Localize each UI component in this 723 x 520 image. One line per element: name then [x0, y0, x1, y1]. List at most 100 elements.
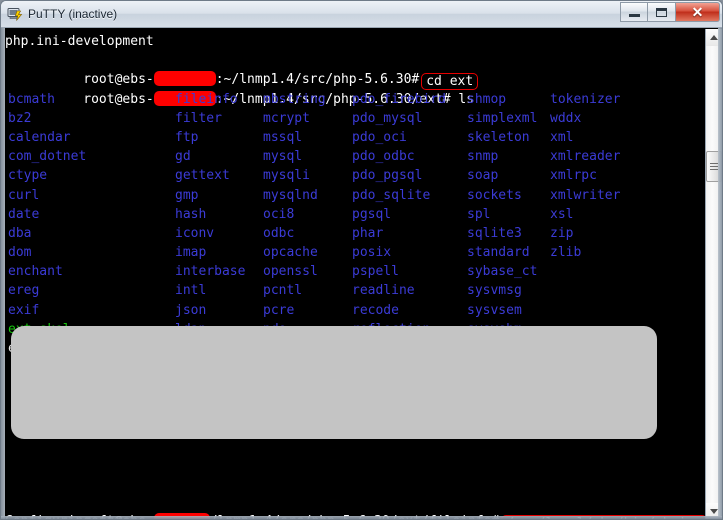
listing-item: enchant	[8, 264, 63, 280]
listing-item: calendar	[8, 129, 71, 145]
listing-row: curl gmp mysqlnd pdo_sqlite sockets xmlwriter	[5, 186, 705, 205]
terminal-line: php.ini-development	[5, 34, 154, 49]
grip-icon	[710, 161, 718, 172]
terminal-area: php.ini-development root@ebs-:~/lnmp1.4/…	[1, 28, 722, 519]
listing-item: phar	[352, 225, 384, 241]
listing-item: mysql	[263, 149, 303, 165]
listing-row: dba iconv odbc phar sqlite3 zip	[5, 224, 705, 243]
listing-item: dba	[8, 225, 32, 241]
window-controls: ✕	[620, 2, 720, 22]
listing-item: dom	[8, 245, 32, 261]
listing-item: pdo_mysql	[352, 110, 423, 126]
listing-item: ereg	[8, 283, 40, 299]
minimize-icon	[628, 13, 640, 17]
window-frame-bottom	[1, 516, 722, 519]
listing-item: pdo_odbc	[352, 149, 415, 165]
listing-item: mssql	[263, 129, 303, 145]
gray-redaction-overlay	[11, 326, 657, 439]
prompt-line-phpize: root@ebs-/lnmp1.4/src/php-5.6.30/ext/fil…	[5, 493, 705, 519]
listing-item: xmlreader	[550, 149, 621, 165]
listing-item: odbc	[263, 225, 295, 241]
terminal-line-obscured	[5, 473, 705, 492]
listing-item: readline	[352, 283, 415, 299]
listing-item: standard	[467, 245, 530, 261]
listing-item: tokenizer	[550, 91, 621, 107]
listing-item: gettext	[175, 168, 230, 184]
minimize-button[interactable]	[620, 2, 648, 22]
listing-item: mbstring	[263, 91, 326, 107]
listing-item: com_dotnet	[8, 149, 87, 165]
listing-item: zip	[550, 225, 574, 241]
listing-row: enchant interbase openssl pspell sybase_ct	[5, 262, 705, 281]
terminal-line-obscured	[5, 454, 705, 473]
listing-item: openssl	[263, 264, 318, 280]
listing-item: posix	[352, 245, 392, 261]
listing-item: pcntl	[263, 283, 303, 299]
listing-item: pdo_pgsql	[352, 168, 423, 184]
listing-item: oci8	[263, 206, 295, 222]
listing-item: bz2	[8, 110, 32, 126]
listing-item: snmp	[467, 149, 499, 165]
listing-item: pspell	[352, 264, 399, 280]
listing-item: soap	[467, 168, 499, 184]
directory-listing: bcmath fileinfo mbstring pdo_firebird shmop t…	[5, 90, 705, 359]
listing-item: xml	[550, 129, 574, 145]
chevron-up-icon	[710, 35, 718, 40]
listing-item: hash	[175, 206, 207, 222]
listing-item: sybase_ct	[467, 264, 538, 280]
listing-item: mysqli	[263, 168, 310, 184]
listing-item: opcache	[263, 245, 318, 261]
maximize-icon	[656, 7, 667, 17]
listing-item: imap	[175, 245, 207, 261]
chevron-down-icon	[710, 509, 718, 514]
terminal-screen[interactable]: php.ini-development root@ebs-:~/lnmp1.4/…	[2, 29, 705, 519]
listing-item: iconv	[175, 225, 215, 241]
listing-item: exif	[8, 302, 40, 318]
listing-item: wddx	[550, 110, 582, 126]
listing-item: fileinfo	[175, 91, 238, 107]
listing-item: mcrypt	[263, 110, 310, 126]
listing-item: xmlrpc	[550, 168, 597, 184]
listing-item: spl	[467, 206, 491, 222]
listing-item: sqlite3	[467, 225, 522, 241]
listing-item: pcre	[263, 302, 295, 318]
window-frame-left	[1, 28, 5, 519]
listing-item: sysvmsg	[467, 283, 522, 299]
listing-item: pdo_oci	[352, 129, 407, 145]
listing-row: exif json pcre recode sysvsem	[5, 301, 705, 320]
listing-item: recode	[352, 302, 399, 318]
listing-row: ereg intl pcntl readline sysvmsg	[5, 281, 705, 300]
listing-item: json	[175, 302, 207, 318]
window-frame-right	[718, 28, 722, 519]
listing-item: simplexml	[467, 110, 538, 126]
listing-item: gmp	[175, 187, 199, 203]
putty-window: PuTTY (inactive) ✕ php.ini-development r…	[0, 0, 723, 520]
listing-item: skeleton	[467, 129, 530, 145]
listing-item: interbase	[175, 264, 246, 280]
window-title: PuTTY (inactive)	[28, 7, 118, 21]
listing-item: ftp	[175, 129, 199, 145]
maximize-button[interactable]	[648, 2, 676, 22]
listing-item: intl	[175, 283, 207, 299]
listing-item: date	[8, 206, 40, 222]
putty-icon	[7, 6, 23, 22]
listing-item: sockets	[467, 187, 522, 203]
listing-item: xsl	[550, 206, 574, 222]
listing-row: dom imap opcache posix standard zlib	[5, 243, 705, 262]
listing-item: gd	[175, 149, 191, 165]
listing-item: zlib	[550, 245, 582, 261]
listing-row: bcmath fileinfo mbstring pdo_firebird shmop t…	[5, 90, 705, 109]
listing-item: pdo_sqlite	[352, 187, 431, 203]
listing-row: calendar ftp mssql pdo_oci skeleton xml	[5, 128, 705, 147]
listing-row: com_dotnet gd mysql pdo_odbc snmp xmlreader	[5, 147, 705, 166]
listing-item: ctype	[8, 168, 48, 184]
listing-item: pdo_firebird	[352, 91, 446, 107]
close-button[interactable]: ✕	[676, 2, 720, 22]
listing-item: filter	[175, 110, 222, 126]
listing-item: xmlwriter	[550, 187, 621, 203]
listing-item: bcmath	[8, 91, 55, 107]
listing-row: date hash oci8 pgsql spl xsl	[5, 205, 705, 224]
listing-item: mysqlnd	[263, 187, 318, 203]
listing-item: curl	[8, 187, 40, 203]
title-bar[interactable]: PuTTY (inactive) ✕	[1, 1, 722, 28]
